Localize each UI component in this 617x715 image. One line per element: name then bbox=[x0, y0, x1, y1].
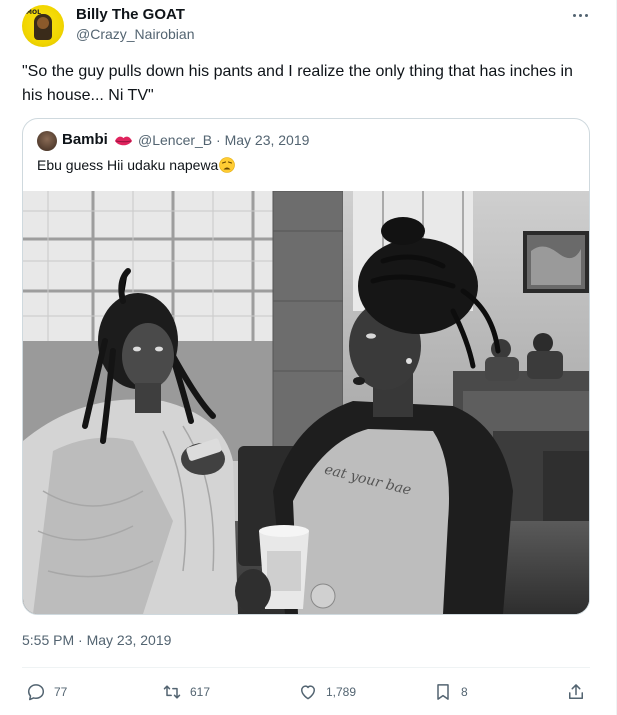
quoted-tweet-card[interactable]: Bambi @Lencer_B · May 23, 2019 Ebu guess… bbox=[22, 118, 590, 615]
share-icon bbox=[569, 684, 583, 699]
quoted-handle-date: @Lencer_B · May 23, 2019 bbox=[138, 132, 310, 148]
actions-divider bbox=[22, 667, 590, 668]
like-button[interactable]: 1,789 bbox=[298, 682, 356, 702]
quoted-author-name[interactable]: Bambi bbox=[62, 131, 108, 148]
more-options-icon[interactable] bbox=[570, 8, 590, 22]
quoted-photo[interactable]: eat your bae bbox=[23, 191, 589, 614]
quoted-text: Ebu guess Hii udaku napewa bbox=[37, 157, 236, 173]
heart-icon bbox=[301, 685, 315, 700]
bookmark-count: 8 bbox=[461, 685, 468, 699]
weary-face-icon bbox=[219, 157, 236, 173]
share-button[interactable] bbox=[566, 682, 586, 702]
retweet-button[interactable]: 617 bbox=[162, 682, 210, 702]
author-display-name[interactable]: Billy The GOAT bbox=[76, 6, 185, 23]
bookmark-icon bbox=[437, 684, 449, 700]
tweet-timestamp[interactable]: 5:55 PM · May 23, 2019 bbox=[22, 632, 171, 648]
lips-icon bbox=[114, 136, 133, 146]
reply-icon bbox=[27, 684, 45, 701]
dot bbox=[572, 13, 576, 17]
retweet-count: 617 bbox=[190, 685, 211, 699]
quoted-author-avatar[interactable] bbox=[37, 131, 57, 151]
author-handle[interactable]: @Crazy_Nairobian bbox=[76, 26, 194, 42]
avatar-logo-text: MOL bbox=[26, 9, 41, 16]
tweet-container: MOL Billy The GOAT @Crazy_Nairobian "So … bbox=[0, 0, 617, 715]
tweet-text: "So the guy pulls down his pants and I r… bbox=[22, 63, 573, 104]
dot bbox=[584, 13, 588, 17]
retweet-icon bbox=[163, 685, 181, 699]
like-count: 1,789 bbox=[326, 685, 357, 699]
bookmark-button[interactable]: 8 bbox=[433, 682, 468, 702]
avatar-face bbox=[37, 17, 49, 29]
photo-illustration: eat your bae bbox=[23, 191, 589, 614]
dot bbox=[578, 13, 582, 17]
reply-button[interactable]: 77 bbox=[26, 682, 67, 702]
quoted-text-body: Ebu guess Hii udaku napewa bbox=[37, 157, 219, 173]
reply-count: 77 bbox=[54, 685, 68, 699]
author-avatar[interactable]: MOL bbox=[22, 5, 64, 47]
